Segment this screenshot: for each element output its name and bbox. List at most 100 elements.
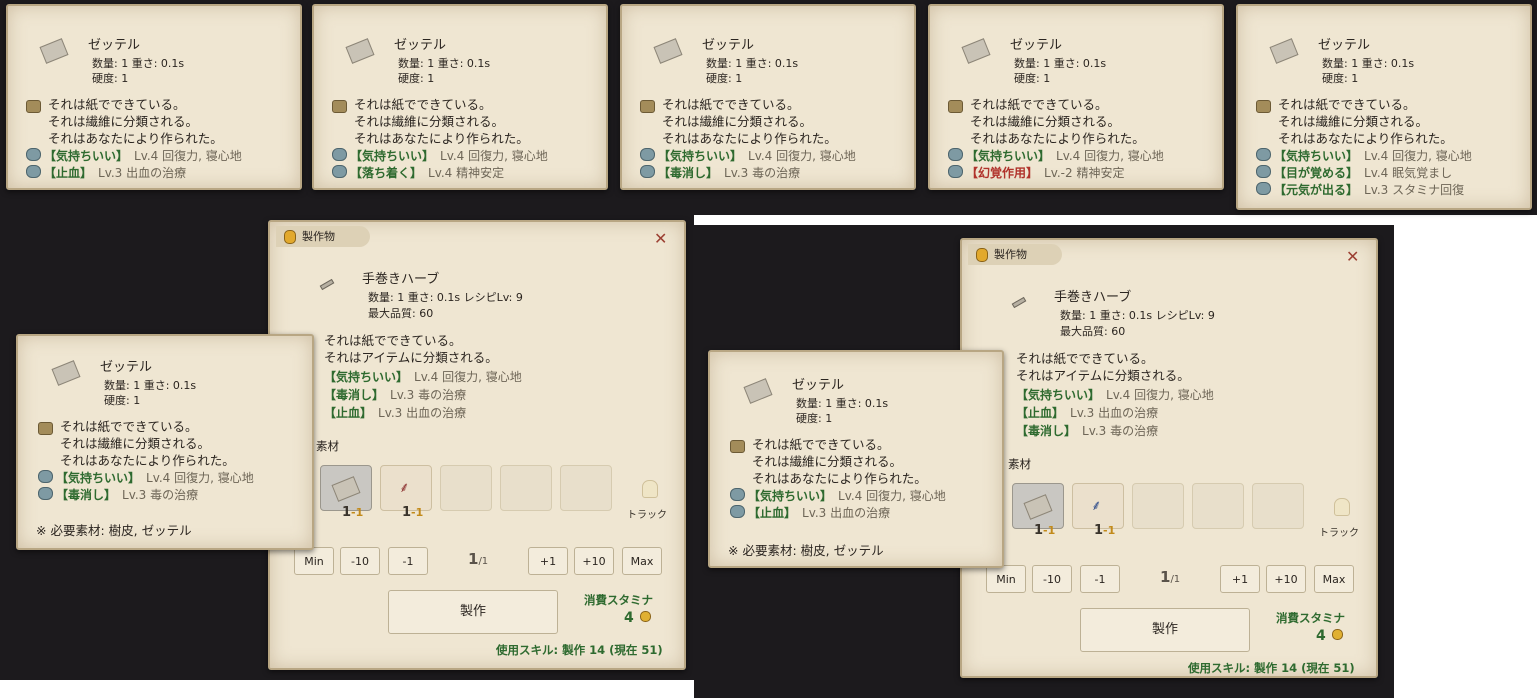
item-name: ゼッテル [88, 38, 141, 53]
close-icon[interactable]: ✕ [654, 229, 667, 248]
craft-button[interactable]: 製作 [1080, 608, 1250, 652]
min-button[interactable]: Min [986, 565, 1026, 593]
max-button[interactable]: Max [622, 547, 662, 575]
product-tab[interactable]: 製作物 [276, 226, 370, 247]
item-desc-1: それは紙でできている。 [354, 97, 492, 112]
effect-icon [640, 148, 655, 161]
material-slot-empty[interactable] [500, 465, 552, 511]
material-icon [26, 100, 41, 113]
item-desc-2: それは繊維に分類される。 [970, 114, 1121, 129]
stamina-value: 4 [624, 610, 651, 626]
product-quality: 最大品質: 60 [1060, 325, 1126, 338]
hand-icon [976, 248, 988, 262]
item-meta: 数量: 1 重さ: 0.1s [1014, 57, 1107, 70]
item-name: ゼッテル [702, 38, 755, 53]
item-desc-2: それは繊維に分類される。 [752, 454, 903, 469]
required-materials-note: ※ 必要素材: 樹皮, ゼッテル [36, 523, 192, 538]
max-button[interactable]: Max [1314, 565, 1354, 593]
craft-window: 製作物 ✕ 手巻きハーブ 数量: 1 重さ: 0.1s レシピLv: 9 最大品… [960, 238, 1378, 678]
product-tab[interactable]: 製作物 [968, 244, 1062, 265]
skill-text: 使用スキル: 製作 14 (現在 51) [1188, 661, 1355, 675]
item-name: ゼッテル [394, 38, 447, 53]
effect-icon [640, 165, 655, 178]
item-desc-2: それは繊維に分類される。 [354, 114, 505, 129]
item-meta: 数量: 1 重さ: 0.1s [1322, 57, 1415, 70]
close-icon[interactable]: ✕ [1346, 247, 1359, 266]
skill-text: 使用スキル: 製作 14 (現在 51) [496, 643, 663, 657]
material-slot-empty[interactable] [1132, 483, 1184, 529]
plus-1-button[interactable]: +1 [528, 547, 568, 575]
paper-icon [961, 38, 991, 64]
coin-icon [1331, 629, 1343, 640]
coin-icon [639, 611, 651, 622]
material-icon [38, 422, 53, 435]
materials-label: 素材 [316, 439, 339, 453]
item-desc-3: それはあなたにより作られた。 [60, 453, 235, 468]
craft-button[interactable]: 製作 [388, 590, 558, 634]
paper-icon [653, 38, 683, 64]
paper-icon [1269, 38, 1299, 64]
item-effect-2: 【毒消し】 Lv.3 毒の治療 [38, 487, 198, 504]
craft-count: 1/1 [1160, 568, 1181, 586]
item-desc-3: それはあなたにより作られた。 [1278, 131, 1453, 146]
effect-icon [730, 505, 745, 518]
item-hardness: 硬度: 1 [92, 72, 129, 85]
track-label: トラック [1319, 528, 1359, 539]
bark-icon: ⸙ [1091, 498, 1102, 514]
paper-icon [331, 476, 361, 502]
item-effect-1: 【気持ちいい】 Lv.4 回復力, 寝心地 [26, 148, 242, 165]
item-name: ゼッテル [1010, 38, 1063, 53]
product-effect-3: 【毒消し】 Lv.3 毒の治療 [1016, 424, 1159, 438]
plus-10-button[interactable]: +10 [574, 547, 614, 575]
paper-icon [1023, 494, 1053, 520]
effect-icon [332, 148, 347, 161]
bell-icon[interactable] [1334, 498, 1350, 516]
product-effect-2: 【止血】 Lv.3 出血の治療 [1016, 406, 1159, 420]
effect-icon [26, 165, 41, 178]
material-tooltip: ゼッテル 数量: 1 重さ: 0.1s 硬度: 1 それは紙でできている。 それ… [16, 334, 314, 550]
effect-icon [38, 487, 53, 500]
material-slot-empty[interactable] [440, 465, 492, 511]
item-meta: 数量: 1 重さ: 0.1s [104, 379, 197, 392]
material-qty: 1-1 [1094, 523, 1116, 538]
product-tab-label: 製作物 [302, 230, 335, 243]
material-slot-empty[interactable] [1192, 483, 1244, 529]
min-button[interactable]: Min [294, 547, 334, 575]
item-meta: 数量: 1 重さ: 0.1s [92, 57, 185, 70]
bell-icon[interactable] [642, 480, 658, 498]
material-slot-empty[interactable] [560, 465, 612, 511]
stamina-value: 4 [1316, 628, 1343, 644]
item-hardness: 硬度: 1 [796, 412, 833, 425]
material-icon [730, 440, 745, 453]
effect-icon [26, 148, 41, 161]
item-effect-1: 【気持ちいい】 Lv.4 回復力, 寝心地 [730, 488, 946, 505]
item-effect-2: 【幻覚作用】 Lv.-2 精神安定 [948, 165, 1124, 182]
effect-icon [1256, 148, 1271, 161]
stamina-label: 消費スタミナ [1276, 611, 1345, 625]
minus-10-button[interactable]: -10 [340, 547, 380, 575]
plus-10-button[interactable]: +10 [1266, 565, 1306, 593]
product-desc-2: それはアイテムに分類される。 [324, 350, 498, 365]
product-effect-1: 【気持ちいい】 Lv.4 回復力, 寝心地 [1016, 388, 1214, 402]
plus-1-button[interactable]: +1 [1220, 565, 1260, 593]
product-effect-3: 【止血】 Lv.3 出血の治療 [324, 406, 467, 420]
effect-icon [730, 488, 745, 501]
minus-1-button[interactable]: -1 [388, 547, 428, 575]
item-desc-3: それはあなたにより作られた。 [48, 131, 223, 146]
item-tooltip: ゼッテル 数量: 1 重さ: 0.1s 硬度: 1 それは紙でできている。 それ… [1236, 4, 1532, 210]
item-meta: 数量: 1 重さ: 0.1s [796, 397, 889, 410]
product-meta: 数量: 1 重さ: 0.1s レシピLv: 9 [368, 291, 523, 304]
herb-roll-icon [319, 278, 335, 291]
material-icon [1256, 100, 1271, 113]
item-effect-2: 【止血】 Lv.3 出血の治療 [730, 505, 890, 522]
minus-1-button[interactable]: -1 [1080, 565, 1120, 593]
effect-icon [1256, 165, 1271, 178]
item-name: ゼッテル [100, 360, 153, 375]
minus-10-button[interactable]: -10 [1032, 565, 1072, 593]
material-slot-empty[interactable] [1252, 483, 1304, 529]
material-qty: 1-1 [1034, 523, 1056, 538]
item-desc-2: それは繊維に分類される。 [48, 114, 199, 129]
item-desc-1: それは紙でできている。 [60, 419, 198, 434]
item-effect-3: 【元気が出る】 Lv.3 スタミナ回復 [1256, 182, 1464, 199]
craft-window: 製作物 ✕ 手巻きハーブ 数量: 1 重さ: 0.1s レシピLv: 9 最大品… [268, 220, 686, 670]
